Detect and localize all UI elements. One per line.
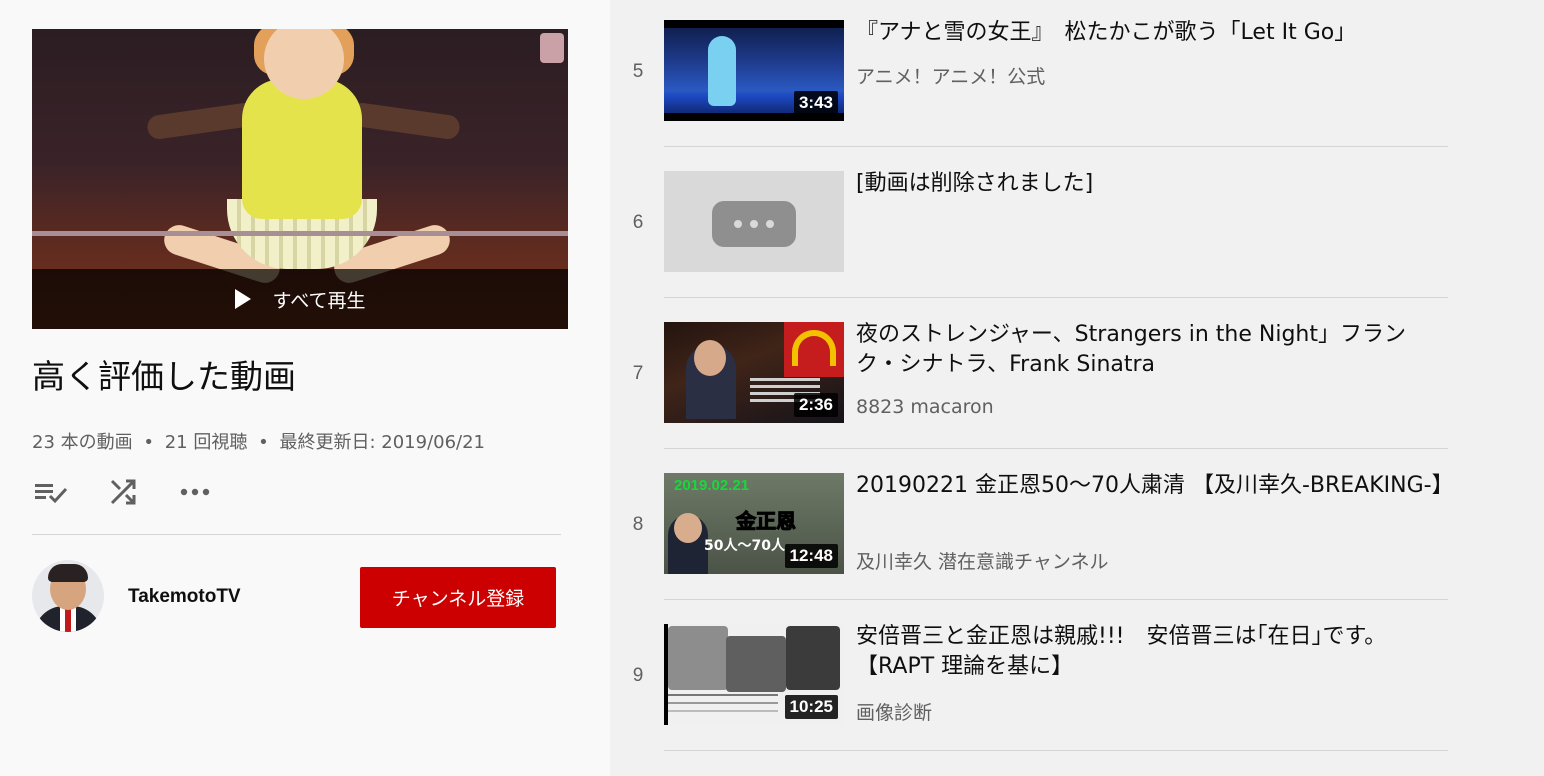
list-item[interactable]: 5 3:43 『アナと雪の女王』 松たかこが歌う「Let It Go」 アニメ！… bbox=[610, 0, 1448, 151]
save-to-playlist-button[interactable] bbox=[32, 474, 70, 510]
video-title[interactable]: 夜のストレンジャー、Strangers in the Night」フランク・シナ… bbox=[856, 320, 1444, 380]
thumbnail-text: 金正恩 bbox=[736, 509, 797, 534]
video-thumbnail[interactable]: 3:43 bbox=[664, 20, 844, 121]
unavailable-video-icon bbox=[712, 201, 796, 247]
video-duration: 10:25 bbox=[784, 695, 838, 719]
video-count: 23 本の動画 bbox=[32, 432, 133, 453]
video-index: 6 bbox=[632, 212, 644, 233]
subscribe-button[interactable]: チャンネル登録 bbox=[360, 567, 556, 628]
thumbnail-text: 50人〜70人 bbox=[704, 538, 785, 554]
video-title[interactable]: 『アナと雪の女王』 松たかこが歌う「Let It Go」 bbox=[856, 18, 1444, 48]
video-thumbnail[interactable]: 2019.02.21 金正恩 50人〜70人 12:48 bbox=[664, 473, 844, 574]
thumbnail-art bbox=[750, 378, 820, 381]
divider bbox=[32, 534, 561, 535]
playlist-stats: 23 本の動画 • 21 回視聴 • 最終更新日: 2019/06/21 bbox=[32, 428, 485, 454]
channel-watermark-icon bbox=[540, 33, 564, 63]
thumbnail-art bbox=[668, 626, 728, 690]
shuffle-icon bbox=[110, 479, 136, 505]
video-index: 5 bbox=[632, 61, 644, 82]
playlist-header: すべて再生 高く評価した動画 23 本の動画 • 21 回視聴 • 最終更新日:… bbox=[0, 0, 610, 776]
play-all-button[interactable]: すべて再生 bbox=[32, 269, 568, 329]
list-item[interactable]: 9 10:25 安倍晋三と金正恩は親戚!!! 安倍晋三は｢在日｣です。【RAPT… bbox=[610, 604, 1448, 755]
playlist-thumbnail[interactable]: すべて再生 bbox=[32, 29, 568, 329]
divider bbox=[664, 448, 1448, 449]
last-updated: 最終更新日: 2019/06/21 bbox=[279, 432, 486, 453]
thumbnail-art bbox=[694, 340, 726, 376]
play-all-label: すべて再生 bbox=[272, 289, 366, 312]
list-item[interactable]: 8 2019.02.21 金正恩 50人〜70人 12:48 20190221 … bbox=[610, 453, 1454, 604]
video-index: 7 bbox=[632, 363, 644, 384]
save-to-playlist-icon bbox=[35, 484, 68, 504]
list-item[interactable]: 6 [動画は削除されました] bbox=[610, 151, 1448, 302]
thumbnail-text: 2019.02.21 bbox=[674, 477, 750, 494]
list-item[interactable]: 7 2:36 夜のストレンジャー、Strangers in the Night」… bbox=[610, 302, 1448, 453]
video-duration: 12:48 bbox=[784, 544, 838, 568]
avatar-art bbox=[48, 564, 88, 582]
divider bbox=[664, 599, 1448, 600]
video-thumbnail[interactable]: 2:36 bbox=[664, 322, 844, 423]
play-icon bbox=[234, 289, 251, 309]
more-icon bbox=[180, 488, 210, 496]
thumbnail-art bbox=[726, 636, 786, 692]
stats-separator: • bbox=[143, 432, 154, 453]
divider bbox=[664, 146, 1448, 147]
video-duration: 2:36 bbox=[793, 393, 838, 417]
video-channel[interactable]: 及川幸久 潜在意識チャンネル bbox=[856, 547, 1108, 574]
thumbnail-art bbox=[708, 36, 736, 106]
video-thumbnail[interactable] bbox=[664, 171, 844, 272]
video-index: 8 bbox=[632, 514, 644, 535]
thumbnail-art bbox=[32, 231, 568, 236]
thumbnail-art bbox=[674, 513, 702, 543]
thumbnail-art bbox=[348, 101, 462, 141]
view-count: 21 回視聴 bbox=[164, 432, 248, 453]
video-title[interactable]: [動画は削除されました] bbox=[856, 169, 1444, 199]
divider bbox=[664, 750, 1448, 751]
playlist-title: 高く評価した動画 bbox=[32, 357, 296, 396]
video-channel[interactable]: アニメ！アニメ！公式 bbox=[856, 62, 1045, 89]
playlist-actions bbox=[32, 474, 248, 510]
avatar[interactable] bbox=[32, 560, 104, 632]
thumbnail-art bbox=[792, 330, 836, 366]
video-title[interactable]: 20190221 金正恩50〜70人粛清 【及川幸久-BREAKING-】 bbox=[856, 471, 1454, 501]
video-duration: 3:43 bbox=[793, 91, 838, 115]
thumbnail-art bbox=[664, 20, 844, 28]
video-channel[interactable]: 8823 macaron bbox=[856, 396, 994, 418]
playlist-video-list: 5 3:43 『アナと雪の女王』 松たかこが歌う「Let It Go」 アニメ！… bbox=[610, 0, 1544, 776]
stats-separator: • bbox=[258, 432, 269, 453]
playlist-owner: TakemotoTV チャンネル登録 bbox=[32, 560, 561, 632]
video-index: 9 bbox=[632, 665, 644, 686]
video-title[interactable]: 安倍晋三と金正恩は親戚!!! 安倍晋三は｢在日｣です。【RAPT 理論を基に】 bbox=[856, 622, 1444, 682]
thumbnail-art bbox=[668, 694, 778, 696]
shuffle-button[interactable] bbox=[104, 474, 142, 510]
avatar-art bbox=[65, 608, 71, 632]
video-thumbnail[interactable]: 10:25 bbox=[664, 624, 844, 725]
thumbnail-art bbox=[786, 626, 840, 690]
divider bbox=[664, 297, 1448, 298]
thumbnail-art bbox=[242, 79, 362, 219]
channel-name[interactable]: TakemotoTV bbox=[128, 586, 241, 608]
more-actions-button[interactable] bbox=[176, 474, 214, 510]
video-channel[interactable]: 画像診断 bbox=[856, 698, 932, 725]
